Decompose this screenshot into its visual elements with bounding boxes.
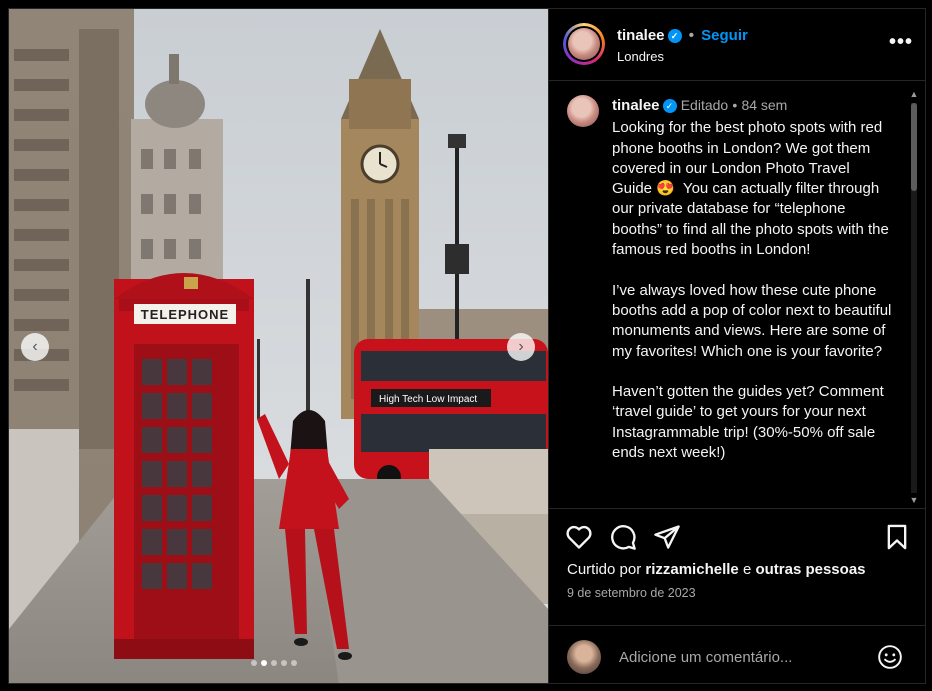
post-details-panel: tinalee ✓ • Seguir Londres ••• tinalee ✓ E… bbox=[548, 9, 925, 683]
bookmark-icon[interactable] bbox=[883, 523, 911, 551]
carousel-dot-active bbox=[261, 660, 267, 666]
carousel-dot bbox=[251, 660, 257, 666]
author-avatar-story-ring[interactable] bbox=[563, 23, 605, 65]
add-comment-bar bbox=[549, 625, 925, 683]
paper-plane-icon[interactable] bbox=[653, 523, 681, 551]
caption-scroll-area[interactable]: tinalee ✓ Editado • 84 sem Looking for th… bbox=[549, 81, 925, 508]
liked-by-conjunction: e bbox=[742, 561, 752, 578]
header-separator: • bbox=[688, 27, 694, 44]
emoji-icon[interactable] bbox=[877, 644, 903, 670]
caption-text: Looking for the best photo spots with re… bbox=[612, 119, 892, 462]
carousel-next-button[interactable]: › bbox=[507, 333, 535, 361]
scroll-up-icon[interactable]: ▲ bbox=[908, 89, 920, 99]
comment-icon[interactable] bbox=[609, 523, 637, 551]
post-age[interactable]: 84 sem bbox=[741, 97, 787, 113]
carousel-indicator bbox=[251, 660, 297, 666]
edited-label: Editado bbox=[680, 97, 729, 113]
chevron-right-icon: › bbox=[518, 338, 524, 355]
liked-by-others[interactable]: outras pessoas bbox=[755, 561, 865, 578]
liked-by-prefix: Curtido por bbox=[567, 561, 642, 578]
heart-icon[interactable] bbox=[565, 523, 593, 551]
carousel-dot bbox=[291, 660, 297, 666]
post-header: tinalee ✓ • Seguir Londres ••• bbox=[549, 9, 925, 81]
photo-illustration: High Tech Low Impact TELEPHONE bbox=[9, 9, 548, 683]
scrollbar-thumb[interactable] bbox=[911, 103, 917, 191]
post-actions: Curtido por rizzamichelle e outras pesso… bbox=[549, 508, 925, 626]
verified-badge-icon: ✓ bbox=[662, 99, 677, 113]
author-username[interactable]: tinalee bbox=[617, 27, 665, 44]
post-photo: High Tech Low Impact TELEPHONE ‹ › bbox=[9, 9, 548, 683]
comment-input[interactable] bbox=[617, 640, 871, 674]
bus-banner: High Tech Low Impact bbox=[379, 394, 477, 405]
caption: tinalee ✓ Editado • 84 sem Looking for th… bbox=[612, 95, 892, 463]
carousel-prev-button[interactable]: ‹ bbox=[21, 333, 49, 361]
viewer-avatar bbox=[567, 640, 601, 674]
caption-author-avatar[interactable] bbox=[567, 95, 599, 127]
caption-username[interactable]: tinalee bbox=[612, 97, 660, 114]
caption-scrollbar[interactable]: ▲ ▼ bbox=[907, 89, 921, 505]
carousel-dot bbox=[281, 660, 287, 666]
liked-by-user[interactable]: rizzamichelle bbox=[645, 561, 738, 578]
post-date[interactable]: 9 de setembro de 2023 bbox=[567, 586, 696, 600]
booth-sign: TELEPHONE bbox=[141, 307, 229, 322]
author-avatar bbox=[568, 28, 600, 60]
liked-by: Curtido por rizzamichelle e outras pesso… bbox=[567, 561, 866, 578]
scroll-down-icon[interactable]: ▼ bbox=[908, 495, 920, 505]
post-dialog: High Tech Low Impact TELEPHONE ‹ › tinal… bbox=[8, 8, 926, 684]
carousel-dot bbox=[271, 660, 277, 666]
more-options-icon[interactable]: ••• bbox=[889, 31, 913, 54]
follow-button[interactable]: Seguir bbox=[701, 27, 748, 44]
verified-badge-icon: ✓ bbox=[667, 29, 682, 43]
caption-separator: • bbox=[732, 97, 738, 113]
chevron-left-icon: ‹ bbox=[32, 338, 38, 355]
post-location[interactable]: Londres bbox=[617, 49, 664, 64]
